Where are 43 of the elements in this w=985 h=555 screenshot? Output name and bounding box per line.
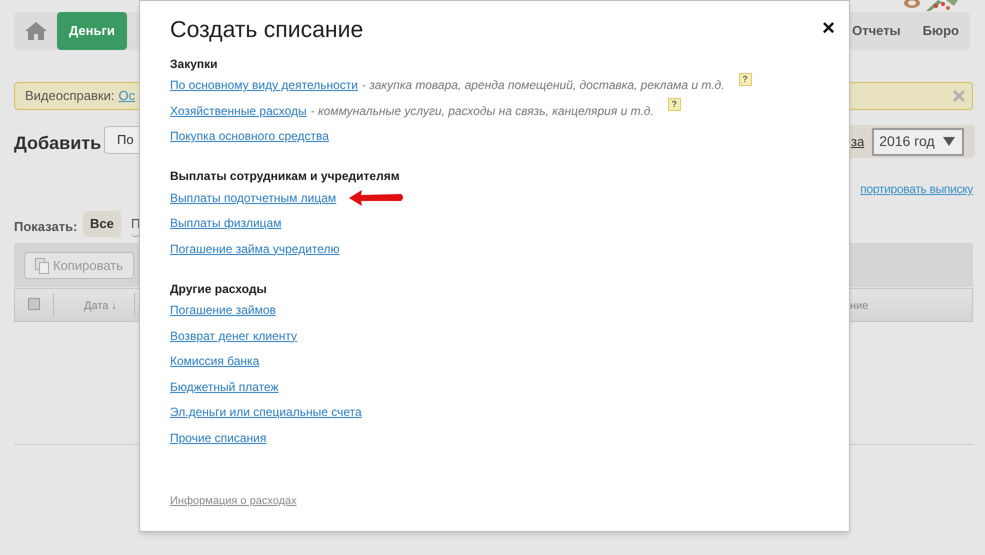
- section-heading: Выплаты сотрудникам и учредителям: [170, 168, 401, 185]
- home-icon[interactable]: [25, 22, 47, 40]
- section-heading: Другие расходы: [170, 280, 268, 298]
- dialog-title: Создать списание: [170, 15, 364, 44]
- info-link[interactable]: Информация о расходах: [170, 493, 297, 510]
- expense-link[interactable]: Хозяйственные расходы: [170, 102, 307, 120]
- select-all-checkbox[interactable]: [28, 298, 40, 310]
- section-heading: Закупки: [170, 56, 219, 72]
- add-heading: Добавить: [14, 132, 102, 155]
- filter-label: Показать:: [14, 218, 78, 236]
- column-header[interactable]: ние: [850, 298, 868, 314]
- expense-link[interactable]: Выплаты физлицам: [170, 214, 282, 232]
- expense-link[interactable]: Погашение займа учредителю: [170, 240, 340, 258]
- video-link[interactable]: Ос: [118, 86, 136, 106]
- year-select[interactable]: 2016 год: [872, 128, 964, 156]
- expense-link[interactable]: Эл.деньги или специальные счета: [170, 403, 362, 422]
- help-badge[interactable]: ?: [738, 72, 752, 86]
- nav-tab[interactable]: Бюро: [912, 12, 970, 50]
- import-link[interactable]: портировать выписку: [860, 180, 973, 198]
- expense-link[interactable]: Прочие списания: [170, 428, 266, 447]
- expense-link[interactable]: Бюджетный платеж: [170, 378, 279, 396]
- copy-button[interactable]: Копировать: [24, 252, 134, 279]
- column-header[interactable]: Дата ↓: [84, 298, 117, 314]
- dropdown-icon: [942, 137, 955, 146]
- copy-icon: [35, 258, 49, 274]
- filter-option[interactable]: Все: [83, 211, 121, 237]
- expense-link[interactable]: По основному виду деятельности: [170, 76, 358, 94]
- expense-link[interactable]: Выплаты подотчетным лицам: [170, 188, 336, 207]
- nav-tab[interactable]: Деньги: [57, 12, 127, 50]
- link-note: - закупка товара, аренда помещений, доставка, реклама и т.д.: [362, 77, 725, 94]
- expense-link[interactable]: Комиссия банка: [170, 352, 260, 370]
- help-badge[interactable]: ?: [668, 98, 681, 112]
- period-link[interactable]: за: [851, 132, 864, 152]
- close-button[interactable]: ×: [822, 17, 835, 39]
- expense-link[interactable]: Погашение займов: [170, 301, 276, 320]
- close-icon[interactable]: [953, 90, 965, 102]
- banner-label: Видеосправки:: [25, 87, 114, 106]
- select-value: 2016 год: [879, 132, 935, 151]
- expense-link[interactable]: Возврат денег клиенту: [170, 326, 298, 345]
- arrow-icon: [349, 190, 406, 206]
- link-note: - коммунальные услуги, расходы на связь, канцелярия и т.д.: [310, 102, 654, 120]
- expense-link[interactable]: Покупка основного средства: [170, 127, 329, 146]
- add-button[interactable]: По: [104, 126, 139, 154]
